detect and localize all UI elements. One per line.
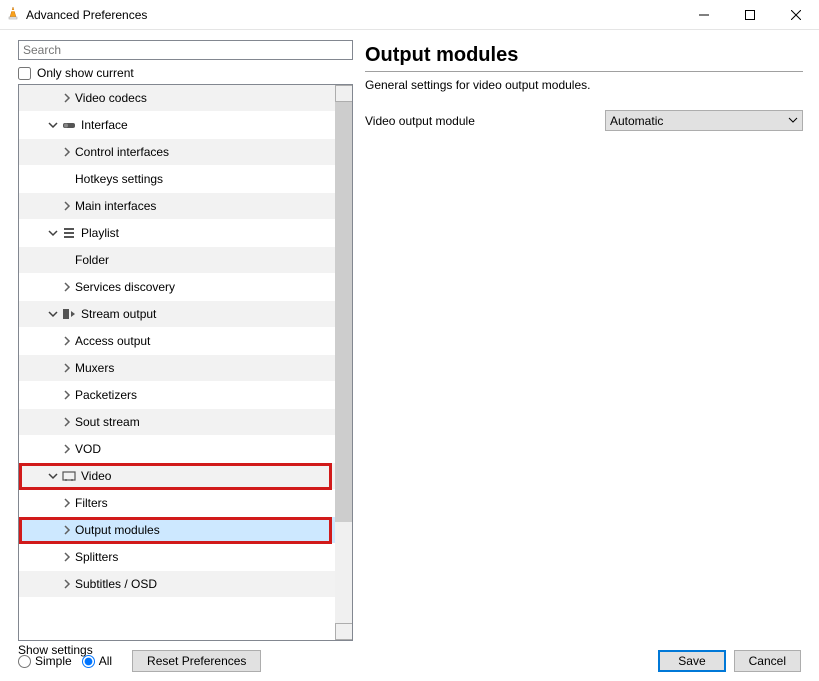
chevron-down-icon	[45, 120, 61, 130]
divider	[365, 71, 803, 72]
preferences-tree[interactable]: Video codecs Interface Control interface…	[19, 85, 335, 640]
scroll-down-button[interactable]	[335, 623, 353, 640]
close-button[interactable]	[773, 0, 819, 30]
minimize-button[interactable]	[681, 0, 727, 30]
chevron-right-icon	[59, 390, 75, 400]
tree-row-interface[interactable]: Interface	[19, 112, 335, 139]
tree-label: Muxers	[75, 361, 114, 375]
tree-container: Video codecs Interface Control interface…	[18, 84, 353, 641]
chevron-down-icon	[45, 228, 61, 238]
chevron-right-icon	[59, 201, 75, 211]
playlist-icon	[61, 226, 77, 240]
app-icon	[6, 6, 20, 23]
tree-row-sout-stream[interactable]: Sout stream	[19, 409, 335, 436]
title-bar: Advanced Preferences	[0, 0, 819, 30]
tree-row-filters[interactable]: Filters	[19, 490, 335, 517]
cancel-button[interactable]: Cancel	[734, 650, 801, 672]
tree-label: Folder	[75, 253, 109, 267]
chevron-right-icon	[59, 363, 75, 373]
chevron-down-icon	[788, 114, 798, 128]
chevron-right-icon	[59, 93, 75, 103]
chevron-down-icon	[45, 309, 61, 319]
tree-row-output-modules[interactable]: Output modules	[19, 517, 335, 544]
chevron-down-icon	[45, 471, 61, 481]
tree-label: Packetizers	[75, 388, 137, 402]
tree-row-hotkeys[interactable]: Hotkeys settings	[19, 166, 335, 193]
chevron-right-icon	[59, 147, 75, 157]
tree-label: Output modules	[75, 523, 160, 537]
tree-row-stream-output[interactable]: Stream output	[19, 301, 335, 328]
tree-label: VOD	[75, 442, 101, 456]
dropdown-value: Automatic	[610, 114, 663, 128]
left-panel: Only show current Video codecs Interface…	[0, 30, 355, 641]
video-icon	[61, 469, 77, 483]
only-show-current[interactable]: Only show current	[18, 66, 355, 80]
chevron-right-icon	[59, 417, 75, 427]
tree-label: Stream output	[81, 307, 156, 321]
tree-label: Hotkeys settings	[75, 172, 163, 186]
footer: Show settings Simple All Reset Preferenc…	[0, 641, 819, 681]
tree-label: Subtitles / OSD	[75, 577, 157, 591]
chevron-right-icon	[59, 552, 75, 562]
tree-row-splitters[interactable]: Splitters	[19, 544, 335, 571]
tree-row-playlist[interactable]: Playlist	[19, 220, 335, 247]
show-settings-label: Show settings	[18, 643, 93, 657]
tree-label: Main interfaces	[75, 199, 156, 213]
panel-description: General settings for video output module…	[365, 78, 803, 92]
tree-label: Filters	[75, 496, 108, 510]
chevron-right-icon	[59, 498, 75, 508]
search-input[interactable]	[18, 40, 353, 60]
panel-title: Output modules	[365, 44, 803, 67]
tree-row-packetizers[interactable]: Packetizers	[19, 382, 335, 409]
tree-scrollbar[interactable]	[335, 85, 352, 640]
interface-icon	[61, 118, 77, 132]
scrollbar-thumb[interactable]	[335, 102, 352, 522]
video-output-module-dropdown[interactable]: Automatic	[605, 110, 803, 131]
window-title: Advanced Preferences	[26, 8, 147, 22]
chevron-right-icon	[59, 282, 75, 292]
tree-row-services-discovery[interactable]: Services discovery	[19, 274, 335, 301]
tree-row-control-interfaces[interactable]: Control interfaces	[19, 139, 335, 166]
save-button[interactable]: Save	[658, 650, 725, 672]
window-controls	[681, 0, 819, 30]
video-output-module-label: Video output module	[365, 114, 605, 128]
tree-row-subtitles-osd[interactable]: Subtitles / OSD	[19, 571, 335, 598]
tree-row-vod[interactable]: VOD	[19, 436, 335, 463]
tree-label: Sout stream	[75, 415, 140, 429]
tree-label: Video	[81, 469, 111, 483]
tree-row-video-codecs[interactable]: Video codecs	[19, 85, 335, 112]
only-show-current-checkbox[interactable]	[18, 67, 31, 80]
tree-row-folder[interactable]: Folder	[19, 247, 335, 274]
chevron-right-icon	[59, 444, 75, 454]
reset-preferences-button[interactable]: Reset Preferences	[132, 650, 261, 672]
tree-row-main-interfaces[interactable]: Main interfaces	[19, 193, 335, 220]
tree-label: Access output	[75, 334, 150, 348]
tree-label: Video codecs	[75, 91, 147, 105]
chevron-right-icon	[59, 579, 75, 589]
tree-label: Playlist	[81, 226, 119, 240]
tree-label: Control interfaces	[75, 145, 169, 159]
tree-row-video[interactable]: Video	[19, 463, 335, 490]
tree-label: Interface	[81, 118, 128, 132]
right-panel: Output modules General settings for vide…	[355, 30, 819, 641]
only-show-current-label: Only show current	[37, 66, 134, 80]
chevron-right-icon	[59, 336, 75, 346]
stream-icon	[61, 307, 77, 321]
tree-label: Splitters	[75, 550, 118, 564]
tree-label: Services discovery	[75, 280, 175, 294]
maximize-button[interactable]	[727, 0, 773, 30]
scroll-up-button[interactable]	[335, 85, 353, 102]
chevron-right-icon	[59, 525, 75, 535]
tree-row-muxers[interactable]: Muxers	[19, 355, 335, 382]
tree-row-access-output[interactable]: Access output	[19, 328, 335, 355]
